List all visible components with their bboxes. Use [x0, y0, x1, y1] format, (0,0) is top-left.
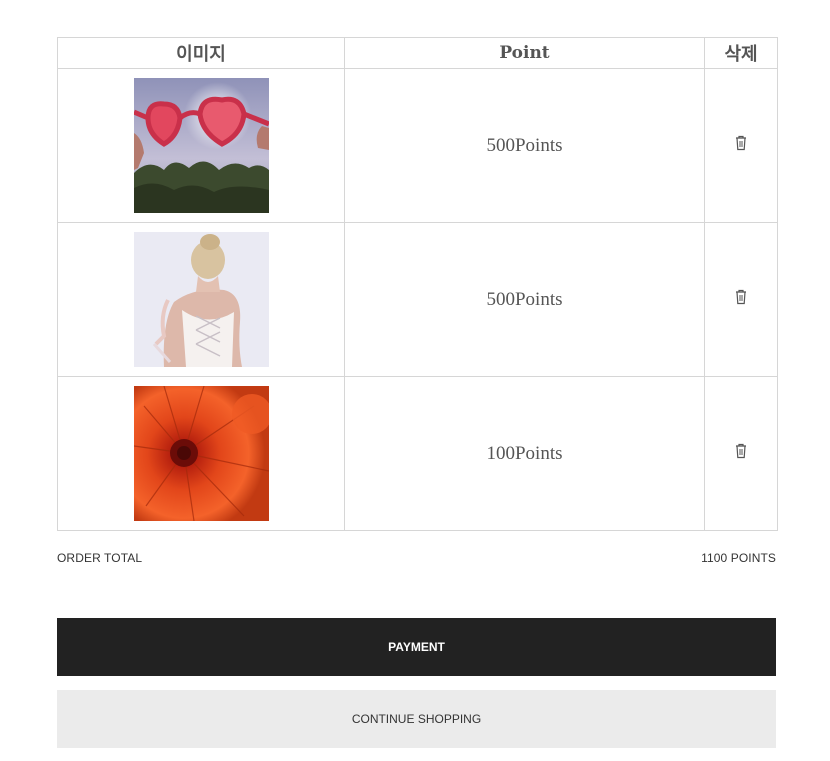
order-total-value: 1100 POINTS: [701, 551, 776, 565]
product-image-sunglasses[interactable]: [133, 78, 269, 213]
header-image: 이미지: [57, 37, 345, 69]
product-image-flower[interactable]: [133, 386, 269, 521]
header-point: Point: [344, 37, 705, 69]
order-total-label: ORDER TOTAL: [57, 551, 143, 565]
product-image-cell: [57, 376, 345, 531]
product-image-cell: [57, 222, 345, 377]
point-cell: 500Points: [344, 68, 705, 223]
trash-icon[interactable]: [734, 289, 748, 305]
product-image-lace-top[interactable]: [133, 232, 269, 367]
table-header-row: 이미지 Point 삭제: [57, 37, 778, 69]
payment-button[interactable]: PAYMENT: [57, 618, 776, 676]
product-image-cell: [57, 68, 345, 223]
point-cell: 100Points: [344, 376, 705, 531]
trash-icon[interactable]: [734, 443, 748, 459]
continue-shopping-button[interactable]: CONTINUE SHOPPING: [57, 690, 776, 748]
table-row: 500Points: [57, 222, 778, 377]
trash-icon[interactable]: [734, 135, 748, 151]
header-delete: 삭제: [704, 37, 778, 69]
table-row: 100Points: [57, 376, 778, 531]
point-cell: 500Points: [344, 222, 705, 377]
item-points: 500Points: [486, 288, 563, 310]
item-points: 500Points: [486, 134, 563, 156]
item-points: 100Points: [486, 442, 563, 464]
delete-cell: [704, 68, 778, 223]
cart-table: 이미지 Point 삭제 500Points 500Points 100Poin…: [57, 37, 778, 531]
delete-cell: [704, 222, 778, 377]
delete-cell: [704, 376, 778, 531]
table-row: 500Points: [57, 68, 778, 223]
